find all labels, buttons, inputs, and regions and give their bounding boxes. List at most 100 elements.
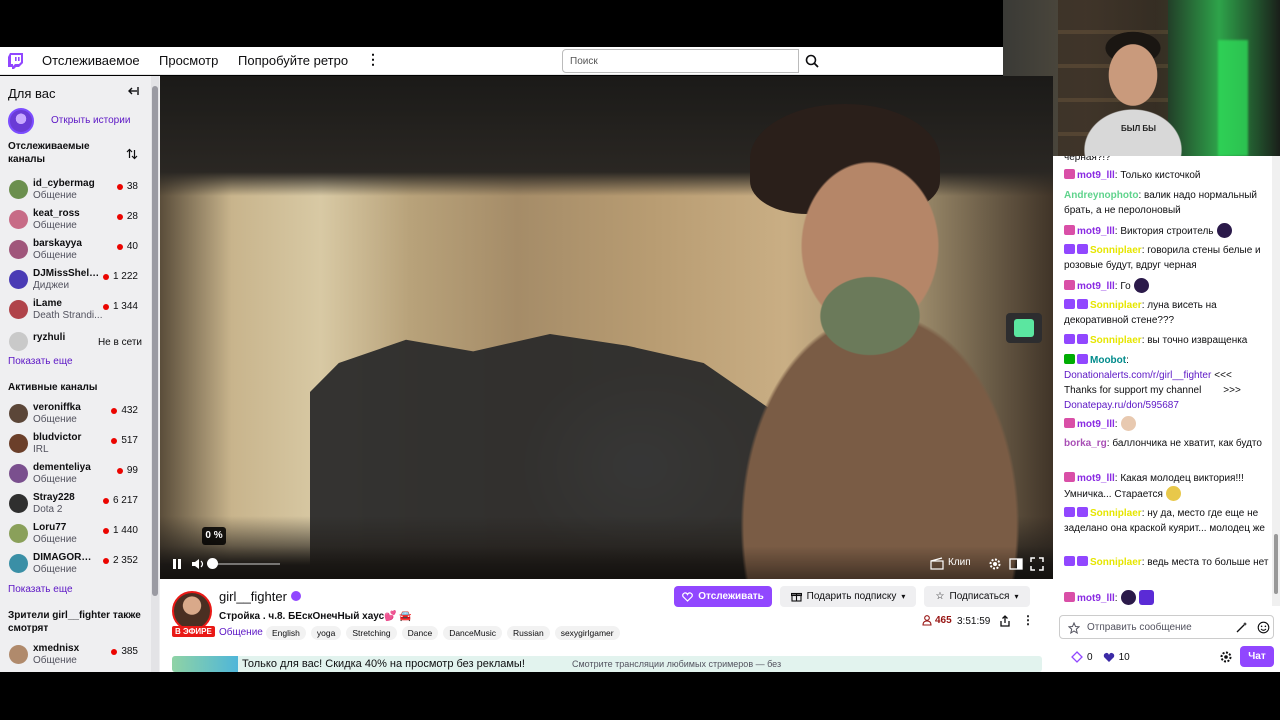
tag[interactable]: Dance	[401, 626, 439, 640]
sidebar-channel-stray228[interactable]: Stray228 Dota 2 6 217	[0, 491, 150, 519]
chat-username[interactable]: Sonniplaer	[1090, 335, 1142, 346]
chat-input[interactable]: Отправить сообщение	[1059, 615, 1274, 639]
clip-icon[interactable]	[930, 557, 944, 571]
chat-username[interactable]: Andreynophoto	[1064, 190, 1138, 201]
chat-username[interactable]: mot9_lll	[1077, 419, 1115, 430]
tag[interactable]: DanceMusic	[443, 626, 502, 640]
chat-badge-icon[interactable]	[1064, 556, 1075, 566]
chat-message: Sonniplaer: ведь места то больше нет	[1064, 555, 1269, 570]
video-player[interactable]: 0 % Клип	[160, 76, 1053, 579]
sort-icon[interactable]	[125, 147, 139, 161]
donation-link[interactable]: Donatepay.ru/don/595687	[1064, 400, 1179, 411]
sidebar-channel-djmissshelton[interactable]: DJMissShelton Диджеи 1 222	[0, 267, 150, 295]
sidebar-channel-veroniffka[interactable]: veroniffka Общение 432	[0, 401, 150, 429]
clip-label[interactable]: Клип	[948, 557, 971, 568]
tag[interactable]: Stretching	[346, 626, 397, 640]
chat-badge-icon[interactable]	[1064, 334, 1075, 344]
sidebar-channel-barskayya[interactable]: barskayya Общение 40	[0, 237, 150, 265]
volume-slider[interactable]	[208, 563, 280, 565]
chat-badge-icon[interactable]	[1064, 472, 1075, 482]
volume-slider-handle[interactable]	[207, 558, 218, 569]
sidebar-channel-ryzhuli[interactable]: ryzhuli Не в сети	[0, 329, 150, 357]
chat-badge-icon[interactable]	[1064, 354, 1075, 364]
sidebar-channel-keat_ross[interactable]: keat_ross Общение 28	[0, 207, 150, 235]
tag[interactable]: sexygirlgamer	[554, 626, 620, 640]
chat-username[interactable]: Sonniplaer	[1090, 245, 1142, 256]
gift-sub-button[interactable]: Подарить подписку ▾	[780, 586, 916, 607]
chat-badge-icon[interactable]	[1064, 225, 1075, 235]
chat-badge-icon[interactable]	[1077, 556, 1088, 566]
volume-muted-icon[interactable]	[191, 557, 205, 571]
share-icon[interactable]	[998, 614, 1012, 628]
sidebar-scrollbar[interactable]	[151, 76, 159, 672]
theatre-mode-icon[interactable]	[1009, 557, 1023, 571]
streamer-name[interactable]: girl__fighter	[219, 589, 287, 604]
chat-badge-icon[interactable]	[1077, 354, 1088, 364]
collapse-sidebar-icon[interactable]	[126, 84, 140, 98]
bits-icon[interactable]	[1068, 622, 1080, 634]
chat-badge-icon[interactable]	[1064, 299, 1075, 309]
sidebar-scrollbar-thumb[interactable]	[152, 86, 158, 596]
emote-picker-icon[interactable]	[1257, 621, 1270, 634]
chat-username[interactable]: mot9_lll	[1077, 170, 1115, 181]
search-input[interactable]: Поиск	[562, 49, 799, 73]
chat-scrollbar[interactable]	[1272, 156, 1280, 606]
chat-badge-icon[interactable]	[1064, 169, 1075, 179]
show-more-followed[interactable]: Показать еще	[8, 356, 73, 367]
chat-settings-icon[interactable]	[1219, 650, 1233, 664]
chat-username[interactable]: mot9_lll	[1077, 281, 1115, 292]
chat-badge-icon[interactable]	[1064, 507, 1075, 517]
sidebar-channel-ilame[interactable]: iLame Death Strandi... 1 344	[0, 297, 150, 325]
chat-username[interactable]: mot9_lll	[1077, 593, 1115, 604]
tag[interactable]: yoga	[310, 626, 342, 640]
follow-button[interactable]: Отслеживать	[674, 586, 772, 607]
chat-username[interactable]: Sonniplaer	[1090, 300, 1142, 311]
chat-badge-icon[interactable]	[1077, 299, 1088, 309]
streamer-avatar[interactable]	[172, 591, 212, 631]
chat-badge-icon[interactable]	[1064, 592, 1075, 602]
settings-icon[interactable]	[988, 557, 1002, 571]
chat-username[interactable]: mot9_lll	[1077, 473, 1115, 484]
tag[interactable]: Russian	[506, 626, 550, 640]
chat-badge-icon[interactable]	[1064, 244, 1075, 254]
nav-browse[interactable]: Просмотр	[159, 53, 218, 68]
chat-badge-icon[interactable]	[1077, 334, 1088, 344]
sidebar-channel-dimagordey[interactable]: DIMAGORDEY_ Общение 2 352	[0, 551, 150, 579]
more-menu-icon[interactable]: ⋮	[366, 51, 380, 68]
chat-username[interactable]: Sonniplaer	[1090, 557, 1142, 568]
magic-icon[interactable]	[1235, 621, 1248, 634]
extension-button[interactable]	[1006, 313, 1042, 343]
nav-following[interactable]: Отслеживаемое	[42, 53, 140, 68]
chat-badge-icon[interactable]	[1064, 418, 1075, 428]
chat-message: черная?!?	[1064, 156, 1269, 165]
search-button[interactable]	[800, 49, 824, 73]
subscribe-button[interactable]: ☆ Подписаться ▾	[924, 586, 1030, 607]
chat-send-button[interactable]: Чат	[1240, 646, 1274, 667]
show-more-active[interactable]: Показать еще	[8, 584, 73, 595]
chat-username[interactable]: Sonniplaer	[1090, 508, 1142, 519]
stream-category[interactable]: Общение	[219, 627, 263, 638]
stories-avatar[interactable]	[8, 108, 34, 134]
sidebar-channel-xmednisx[interactable]: xmednisx Общение 385	[0, 642, 150, 670]
twitch-logo-icon[interactable]	[7, 52, 25, 70]
channel-points[interactable]: 0 10	[1071, 651, 1130, 663]
chat-badge-icon[interactable]	[1077, 244, 1088, 254]
more-options-icon[interactable]: ⋮	[1022, 613, 1034, 627]
sidebar-channel-loru77[interactable]: Loru77 Общение 1 440	[0, 521, 150, 549]
sidebar-channel-bludvictor[interactable]: bludvictor IRL 517	[0, 431, 150, 459]
pause-icon[interactable]	[170, 557, 184, 571]
chat-username[interactable]: mot9_lll	[1077, 226, 1115, 237]
chat-badge-icon[interactable]	[1064, 280, 1075, 290]
donation-link[interactable]: Donationalerts.com/r/girl__fighter	[1064, 370, 1211, 381]
chat-badge-icon[interactable]	[1077, 507, 1088, 517]
sidebar-channel-dementeliya[interactable]: dementeliya Общение 99	[0, 461, 150, 489]
nav-try-retro[interactable]: Попробуйте ретро	[238, 53, 348, 68]
fullscreen-icon[interactable]	[1030, 557, 1044, 571]
sidebar-channel-id_cybermag[interactable]: id_cybermag Общение 38	[0, 177, 150, 205]
promo-banner[interactable]: Только для вас! Скидка 40% на просмотр б…	[172, 656, 1042, 672]
open-stories-link[interactable]: Открыть истории	[51, 115, 130, 126]
tag[interactable]: English	[266, 626, 306, 640]
chat-username[interactable]: borka_rg	[1064, 438, 1107, 449]
chat-username[interactable]: Moobot	[1090, 355, 1126, 366]
chat-scrollbar-thumb[interactable]	[1274, 534, 1278, 594]
